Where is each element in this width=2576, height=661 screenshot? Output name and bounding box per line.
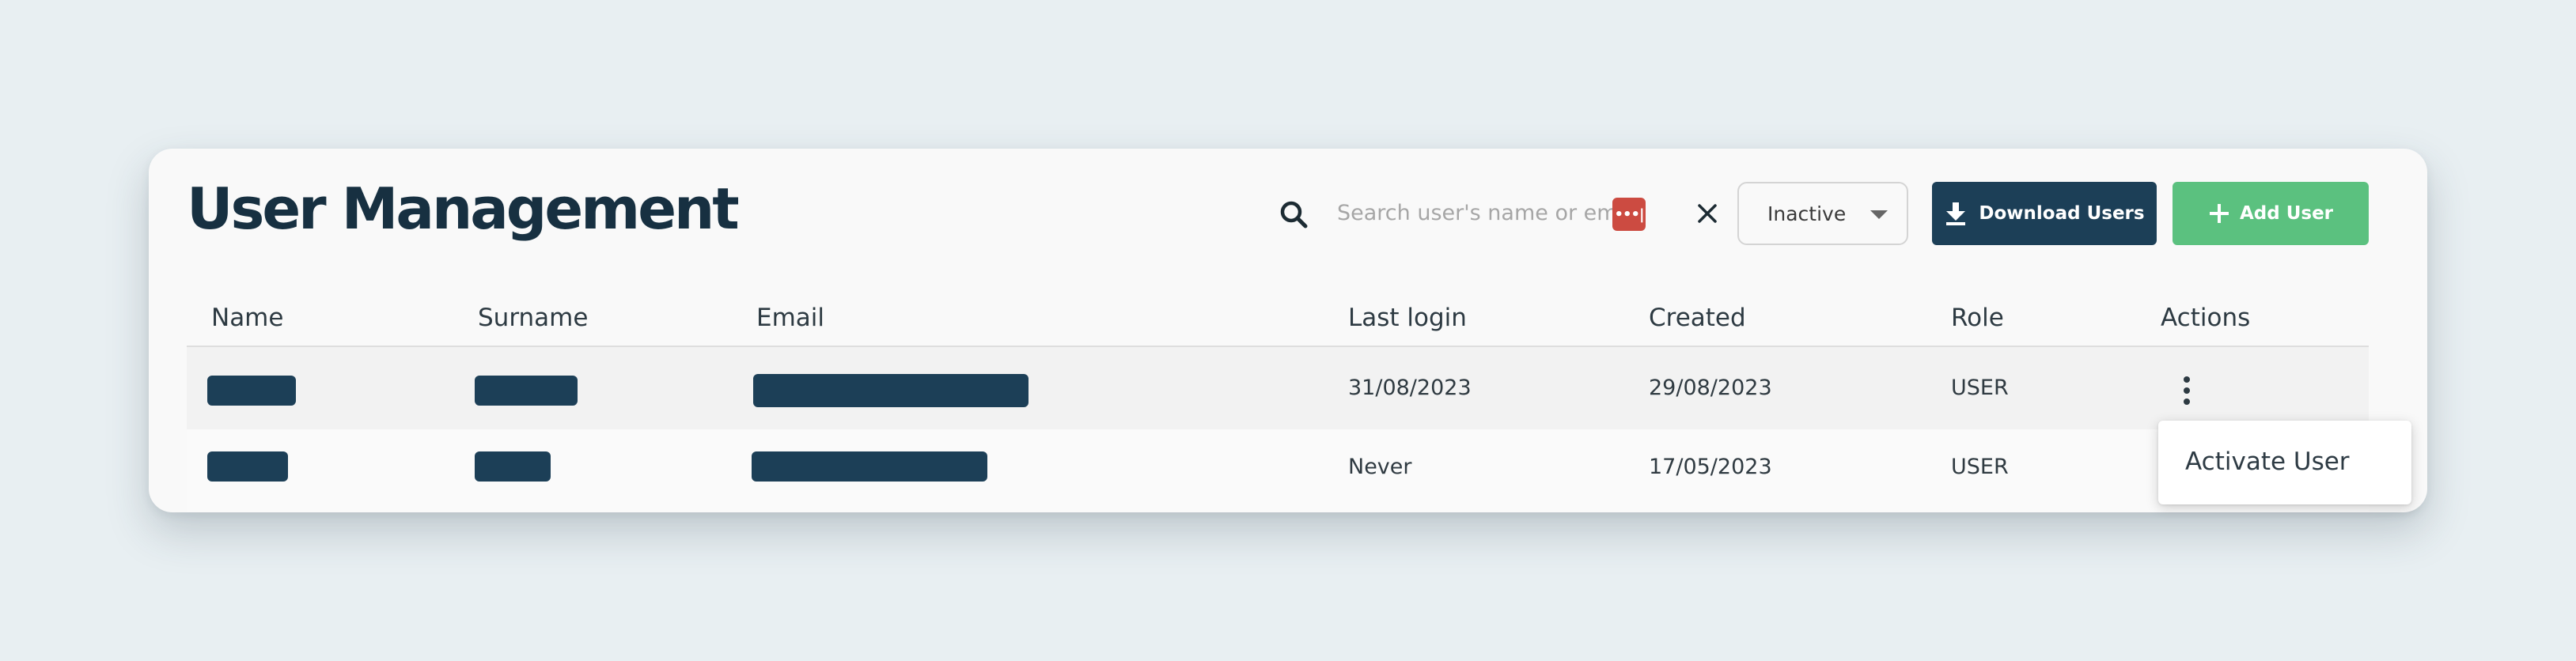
status-filter-select[interactable]: Inactive: [1737, 182, 1908, 245]
last-login-cell: Never: [1348, 455, 1412, 479]
redacted-name: [207, 451, 288, 482]
column-header-name[interactable]: Name: [211, 304, 283, 332]
page-title: User Management: [187, 176, 740, 242]
redacted-email: [753, 374, 1029, 407]
column-header-email[interactable]: Email: [756, 304, 824, 332]
add-user-button[interactable]: Add User: [2173, 182, 2369, 245]
table-row[interactable]: 31/08/2023 29/08/2023 USER: [187, 347, 2369, 429]
download-users-label: Download Users: [1979, 203, 2145, 224]
column-header-surname[interactable]: Surname: [478, 304, 588, 332]
table-row[interactable]: Never 17/05/2023 USER: [187, 429, 2369, 512]
last-login-cell: 31/08/2023: [1348, 376, 1472, 400]
role-cell: USER: [1951, 455, 2009, 479]
password-manager-icon[interactable]: •••|: [1612, 198, 1646, 231]
row-actions-menu: Activate User: [2158, 421, 2411, 504]
activate-user-menu-item[interactable]: Activate User: [2185, 448, 2350, 476]
column-header-created[interactable]: Created: [1649, 304, 1746, 332]
status-filter-value: Inactive: [1767, 202, 1847, 225]
column-header-actions: Actions: [2161, 304, 2251, 332]
redacted-name: [207, 376, 296, 406]
more-vertical-icon[interactable]: [2176, 375, 2198, 406]
redacted-surname: [475, 451, 551, 482]
user-management-card: User Management •••| Inactive Download U…: [149, 149, 2427, 512]
close-icon[interactable]: [1691, 198, 1723, 229]
plus-icon: [2209, 204, 2229, 223]
redacted-surname: [475, 376, 578, 406]
chevron-down-icon: [1870, 210, 1888, 219]
created-cell: 17/05/2023: [1649, 455, 1772, 479]
redacted-email: [752, 451, 987, 482]
add-user-label: Add User: [2239, 203, 2334, 224]
download-icon: [1946, 202, 1966, 225]
created-cell: 29/08/2023: [1649, 376, 1772, 400]
column-header-role[interactable]: Role: [1951, 304, 2004, 332]
role-cell: USER: [1951, 376, 2009, 400]
column-header-last-login[interactable]: Last login: [1348, 304, 1467, 332]
search-input[interactable]: [1337, 193, 1612, 232]
search-icon[interactable]: [1275, 196, 1313, 234]
download-users-button[interactable]: Download Users: [1932, 182, 2157, 245]
